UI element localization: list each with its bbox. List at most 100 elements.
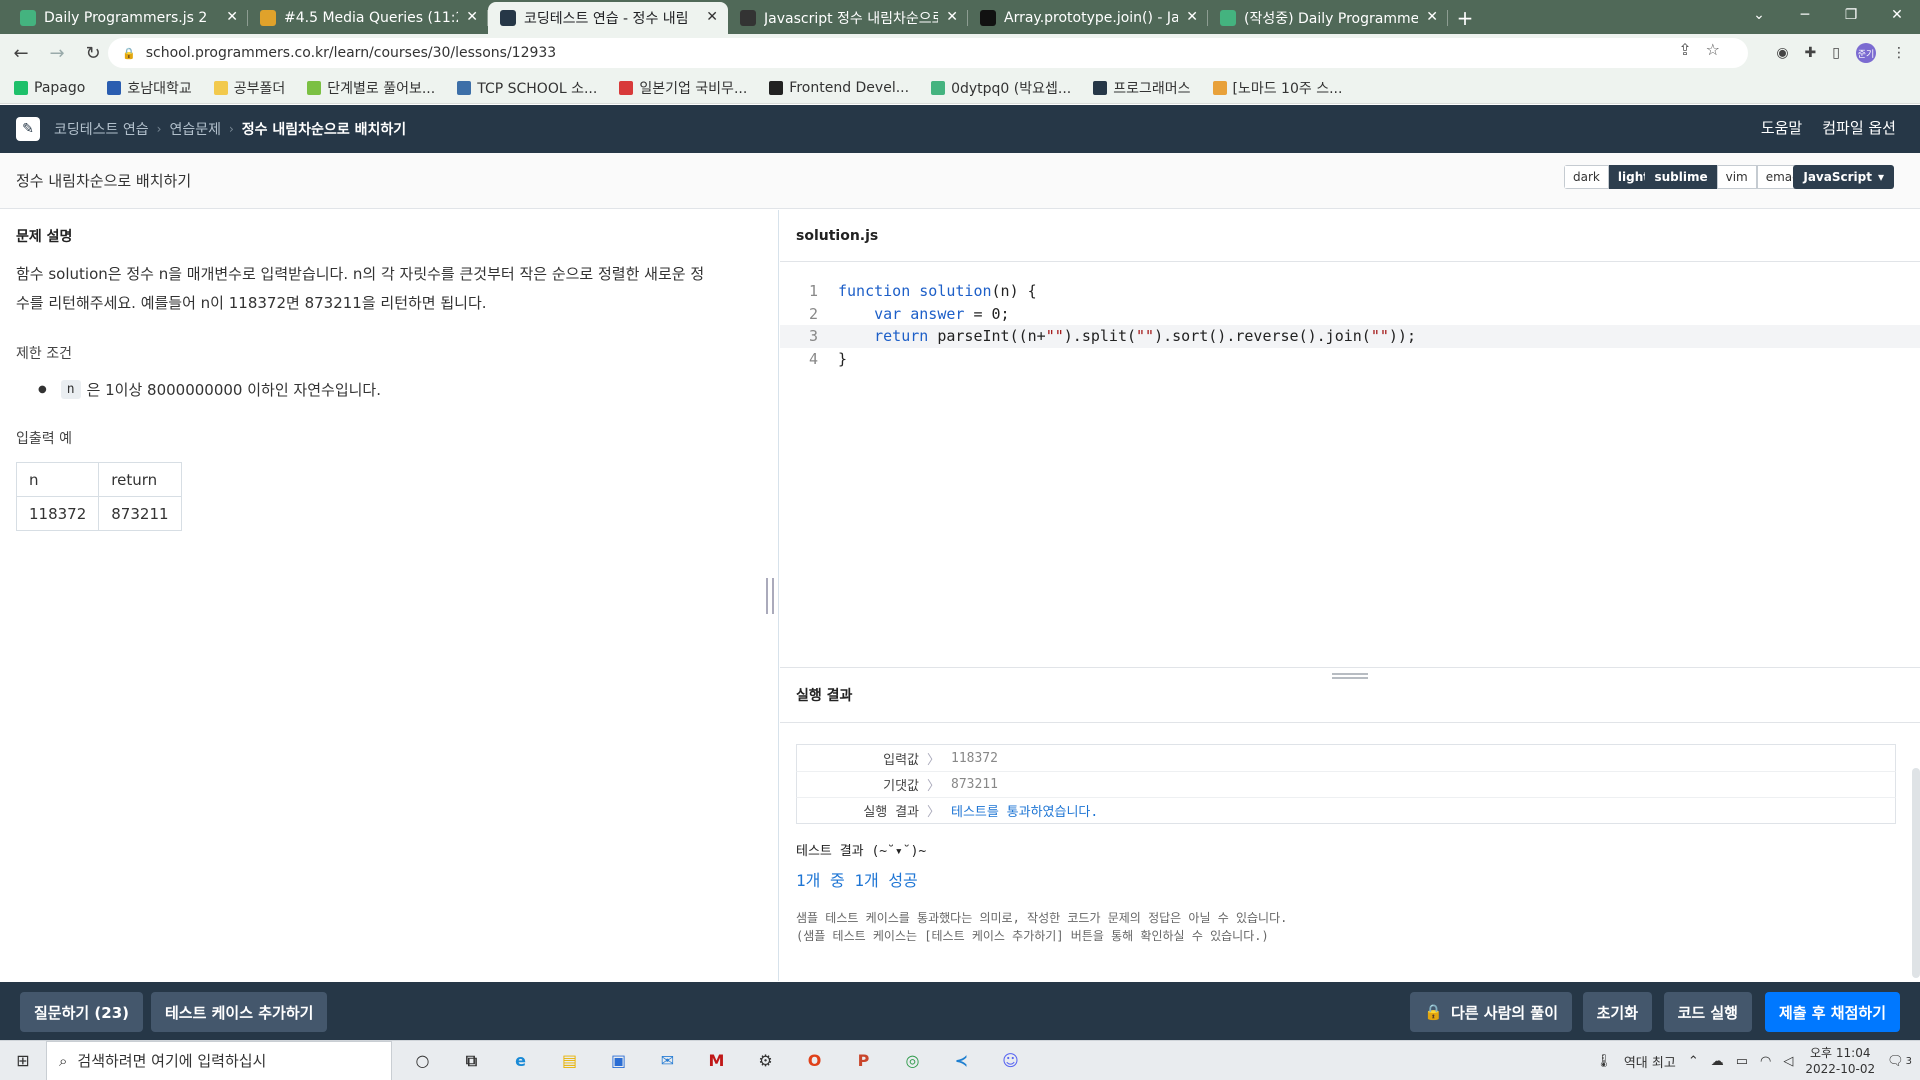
- tab-close-icon[interactable]: ✕: [706, 9, 718, 25]
- browser-tab[interactable]: Javascript 정수 내림차순으로 ✕: [728, 2, 968, 34]
- bookmark-item[interactable]: 단계별로 풀어보...: [307, 78, 435, 98]
- browser-tab[interactable]: (작성중) Daily Programmers ✕: [1208, 2, 1448, 34]
- mcafee-icon[interactable]: M: [692, 1041, 741, 1080]
- bookmark-star-icon[interactable]: ☆: [1706, 40, 1720, 59]
- taskbar-search[interactable]: ⌕ 검색하려면 여기에 입력하십시: [46, 1040, 392, 1080]
- minimize-icon[interactable]: ─: [1782, 0, 1828, 30]
- theme-dark-button[interactable]: dark: [1564, 165, 1609, 189]
- bookmark-item[interactable]: 일본기업 국비무...: [619, 78, 747, 98]
- bookmark-item[interactable]: TCP SCHOOL 소...: [457, 78, 597, 98]
- mdn-icon: [980, 10, 996, 26]
- clock-date: 2022-10-02: [1805, 1062, 1876, 1076]
- bookmark-item[interactable]: 프로그래머스: [1093, 78, 1191, 98]
- code-editor-pane: solution.js 1 function solution(n) {2 var…: [780, 210, 1920, 667]
- forward-icon[interactable]: →: [42, 38, 72, 68]
- chrome-icon[interactable]: ◎: [888, 1041, 937, 1080]
- browser-tab[interactable]: #4.5 Media Queries (11:21) ✕: [248, 2, 488, 34]
- lock-icon[interactable]: 🔒: [122, 47, 136, 60]
- bookmark-item[interactable]: 호남대학교: [107, 78, 192, 98]
- edge-icon[interactable]: e: [496, 1041, 545, 1080]
- pane-resize-handle[interactable]: [766, 578, 774, 614]
- keymap-toggle: sublime vim emacs: [1645, 165, 1814, 189]
- language-select[interactable]: JavaScript ▾: [1793, 165, 1894, 189]
- breadcrumb-item-coding-test[interactable]: 코딩테스트 연습: [54, 119, 149, 139]
- run-code-button[interactable]: 코드 실행: [1663, 992, 1752, 1032]
- tab-close-icon[interactable]: ✕: [1426, 9, 1438, 25]
- notification-icon[interactable]: 🗨: [1887, 1054, 1904, 1069]
- add-testcase-button[interactable]: 테스트 케이스 추가하기: [151, 992, 328, 1032]
- line-number: 4: [808, 349, 818, 368]
- menu-kebab-icon[interactable]: ⋮: [1892, 45, 1906, 61]
- side-panel-icon[interactable]: ▯: [1832, 45, 1840, 61]
- tab-close-icon[interactable]: ✕: [466, 9, 478, 25]
- puzzle-icon[interactable]: ✚: [1805, 45, 1817, 61]
- bookmark-item[interactable]: Papago: [14, 80, 85, 96]
- store-icon[interactable]: ▣: [594, 1041, 643, 1080]
- profile-avatar[interactable]: 준기: [1856, 43, 1876, 63]
- keymap-vim-button[interactable]: vim: [1716, 165, 1757, 189]
- bookmark-item[interactable]: 공부폴더: [213, 78, 285, 98]
- weather-text[interactable]: 역대 최고: [1624, 1052, 1676, 1071]
- discord-icon[interactable]: ☺: [986, 1041, 1035, 1080]
- taskview-icon[interactable]: ⧉: [447, 1041, 496, 1080]
- new-tab-button[interactable]: +: [1448, 2, 1482, 34]
- url-bar[interactable]: 🔒 school.programmers.co.kr/learn/courses…: [108, 38, 1748, 68]
- submit-button[interactable]: 제출 후 채점하기: [1764, 992, 1900, 1032]
- bookmark-favicon-icon: [619, 80, 634, 95]
- share-icon[interactable]: ⇪: [1678, 40, 1691, 59]
- bookmark-item[interactable]: [노마드 10주 스...: [1212, 78, 1342, 98]
- tab-close-icon[interactable]: ✕: [226, 9, 238, 25]
- reset-button[interactable]: 초기화: [1582, 992, 1652, 1032]
- result-title: 실행 결과: [796, 688, 853, 704]
- help-link[interactable]: 도움말: [1761, 117, 1802, 138]
- bookmark-favicon-icon: [931, 80, 946, 95]
- tab-search-icon[interactable]: ⌄: [1736, 0, 1782, 30]
- browser-tab[interactable]: Array.prototype.join() - Java ✕: [968, 2, 1208, 34]
- battery-icon[interactable]: ▭: [1736, 1054, 1748, 1069]
- volume-icon[interactable]: ◁: [1783, 1054, 1793, 1069]
- system-tray: 🌡 역대 최고 ⌃ ☁ ▭ ◠ ◁ 오후 11:04 2022-10-02 🗨 …: [1595, 1041, 1912, 1080]
- constraint-item: ● n 은 1이상 8000000000 이하인 자연수입니다.: [38, 379, 381, 400]
- browser-tab[interactable]: 코딩테스트 연습 - 정수 내림 ✕: [488, 2, 728, 34]
- taskbar-clock[interactable]: 오후 11:04 2022-10-02: [1805, 1045, 1875, 1077]
- code-token: ).split(: [1063, 327, 1137, 345]
- wifi-icon[interactable]: ◠: [1760, 1054, 1771, 1069]
- code-token: answer: [910, 304, 965, 323]
- windows-start-icon[interactable]: ⊞: [0, 1041, 46, 1080]
- programmers-logo-icon[interactable]: ✎: [16, 117, 40, 141]
- cloud-icon[interactable]: ☁: [1711, 1054, 1724, 1069]
- code-token: "": [1045, 327, 1064, 345]
- powerpoint-icon[interactable]: P: [839, 1041, 888, 1080]
- tray-chevron-icon[interactable]: ⌃: [1688, 1054, 1699, 1069]
- back-icon[interactable]: ←: [6, 38, 36, 68]
- extension-icon[interactable]: ◉: [1776, 45, 1788, 61]
- others-solution-button[interactable]: 🔒 다른 사람의 풀이: [1410, 992, 1572, 1032]
- cortana-icon[interactable]: ○: [398, 1041, 447, 1080]
- result-key: 기댓값: [883, 779, 919, 794]
- browser-tab[interactable]: Daily Programmers.js 2 ✕: [8, 2, 248, 34]
- result-resize-handle[interactable]: [1332, 673, 1368, 679]
- caret-down-icon: ▾: [1877, 170, 1884, 184]
- result-row: 기댓값 〉 873211: [796, 771, 1896, 797]
- close-window-icon[interactable]: ✕: [1874, 0, 1920, 30]
- keymap-sublime-button[interactable]: sublime: [1645, 165, 1717, 189]
- bookmark-item[interactable]: Frontend Devel...: [769, 80, 909, 96]
- tab-close-icon[interactable]: ✕: [946, 9, 958, 25]
- office-icon[interactable]: O: [790, 1041, 839, 1080]
- breadcrumb-item-practice[interactable]: 연습문제: [169, 119, 221, 139]
- reload-icon[interactable]: ↻: [78, 38, 108, 68]
- tab-close-icon[interactable]: ✕: [1186, 9, 1198, 25]
- compile-options-link[interactable]: 컴파일 옵션: [1822, 117, 1896, 138]
- explorer-icon[interactable]: ▤: [545, 1041, 594, 1080]
- settings-icon[interactable]: ⚙: [741, 1041, 790, 1080]
- theme-toggle: dark light: [1564, 165, 1658, 189]
- ask-question-button[interactable]: 질문하기 (23): [20, 992, 144, 1032]
- code-token: var: [874, 304, 911, 323]
- bookmark-item[interactable]: 0dytpq0 (박요셉...: [931, 78, 1071, 98]
- vscode-icon[interactable]: ≺: [937, 1041, 986, 1080]
- mail-icon[interactable]: ✉: [643, 1041, 692, 1080]
- code-editor[interactable]: 1 function solution(n) {2 var answer = 0;…: [780, 280, 1920, 370]
- result-scrollbar[interactable]: [1912, 768, 1920, 978]
- page-title: 정수 내림차순으로 배치하기: [16, 172, 192, 190]
- restore-icon[interactable]: ❐: [1828, 0, 1874, 30]
